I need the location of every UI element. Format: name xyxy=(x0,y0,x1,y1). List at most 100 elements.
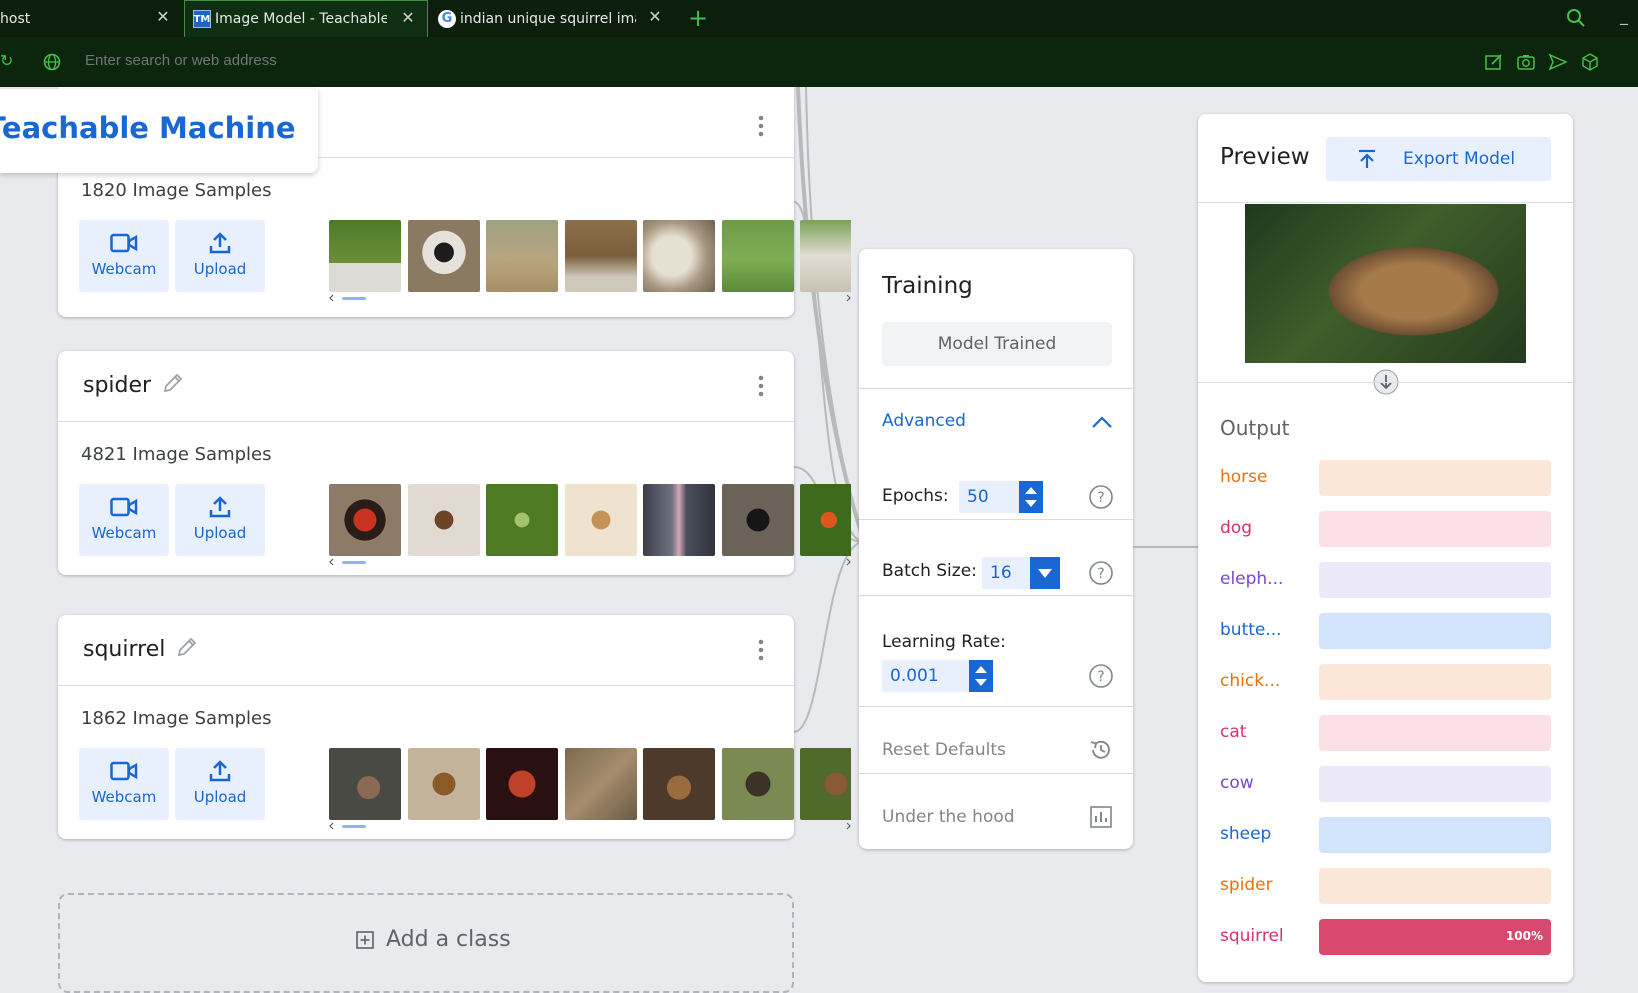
more-options-icon[interactable] xyxy=(758,115,764,137)
stepper-arrows-icon[interactable] xyxy=(969,660,993,692)
sample-image[interactable] xyxy=(722,484,794,556)
browser-tab-teachable-machine[interactable]: TM Image Model - Teachable Machine ✕ xyxy=(184,0,428,37)
output-row-dog: dog xyxy=(1220,511,1551,547)
edit-pencil-icon[interactable] xyxy=(175,635,199,659)
sample-image[interactable] xyxy=(408,220,480,292)
upload-button[interactable]: Upload xyxy=(175,748,265,820)
output-label: squirrel xyxy=(1220,926,1284,946)
globe-icon xyxy=(43,53,61,71)
sample-image[interactable] xyxy=(565,484,637,556)
add-class-label: Add a class xyxy=(386,927,511,952)
sample-image[interactable] xyxy=(486,220,558,292)
sample-image[interactable] xyxy=(643,748,715,820)
output-row-chick: chick... xyxy=(1220,664,1551,700)
confidence-bar xyxy=(1319,766,1551,802)
help-icon[interactable]: ? xyxy=(1088,484,1114,510)
export-model-button[interactable]: Export Model xyxy=(1326,137,1551,181)
sample-image[interactable] xyxy=(800,748,851,820)
thumbnail-scrollbar[interactable] xyxy=(329,822,851,830)
preview-image xyxy=(1245,204,1526,363)
stepper-arrows-icon[interactable] xyxy=(1019,481,1043,513)
browser-tab-bar: host ✕ TM Image Model - Teachable Machin… xyxy=(0,0,1638,37)
divider xyxy=(1198,382,1573,383)
svg-text:?: ? xyxy=(1097,490,1104,506)
sample-image[interactable] xyxy=(722,748,794,820)
output-label: cow xyxy=(1220,773,1254,793)
class-name[interactable]: squirrel xyxy=(83,637,165,662)
history-icon[interactable] xyxy=(1088,737,1114,763)
chevron-up-icon[interactable] xyxy=(1091,415,1113,429)
batch-size-select[interactable]: 16 xyxy=(982,557,1060,589)
tab-title: Image Model - Teachable Machine xyxy=(215,11,387,27)
sample-image[interactable] xyxy=(800,220,851,292)
train-model-button[interactable]: Model Trained xyxy=(882,322,1112,366)
dropdown-arrow-icon[interactable] xyxy=(1030,557,1060,589)
sample-image[interactable] xyxy=(643,220,715,292)
sample-image[interactable] xyxy=(486,484,558,556)
sample-image[interactable] xyxy=(408,484,480,556)
output-title: Output xyxy=(1220,416,1290,440)
upload-icon xyxy=(209,496,231,518)
send-icon[interactable] xyxy=(1548,52,1568,72)
browser-tab-google-search[interactable]: G indian unique squirrel images ✕ xyxy=(430,0,674,37)
sample-image[interactable] xyxy=(565,748,637,820)
close-icon[interactable]: ✕ xyxy=(399,9,417,27)
upload-button[interactable]: Upload xyxy=(175,484,265,556)
output-label: chick... xyxy=(1220,671,1281,691)
class-name[interactable]: spider xyxy=(83,373,151,398)
webcam-button[interactable]: Webcam xyxy=(79,220,169,292)
preview-panel: Preview Export Model Output horse dog elep… xyxy=(1198,114,1573,982)
sample-image[interactable] xyxy=(722,220,794,292)
new-tab-button[interactable]: + xyxy=(684,4,712,32)
sample-image[interactable] xyxy=(486,748,558,820)
reset-defaults-button[interactable]: Reset Defaults xyxy=(882,740,1006,760)
sample-image[interactable] xyxy=(565,220,637,292)
cube-icon[interactable] xyxy=(1580,52,1600,72)
search-icon[interactable] xyxy=(1566,8,1586,28)
minimize-icon[interactable]: _ xyxy=(1620,6,1628,25)
confidence-bar xyxy=(1319,460,1551,496)
upload-button[interactable]: Upload xyxy=(175,220,265,292)
camera-icon[interactable] xyxy=(1516,52,1536,72)
address-bar: ↻ xyxy=(0,37,1638,87)
screenshot-edit-icon[interactable] xyxy=(1484,52,1504,72)
batch-size-value: 16 xyxy=(990,563,1012,583)
sample-image[interactable] xyxy=(800,484,851,556)
more-options-icon[interactable] xyxy=(758,375,764,397)
close-icon[interactable]: ✕ xyxy=(646,8,664,26)
thumbnail-scrollbar[interactable] xyxy=(329,558,851,566)
webcam-button[interactable]: Webcam xyxy=(79,748,169,820)
brand-title[interactable]: Teachable Machine xyxy=(0,111,296,145)
close-icon[interactable]: ✕ xyxy=(154,8,172,26)
output-label: spider xyxy=(1220,875,1273,895)
confidence-bar: 100% xyxy=(1319,919,1551,955)
advanced-toggle[interactable]: Advanced xyxy=(882,411,966,431)
under-the-hood-button[interactable]: Under the hood xyxy=(882,807,1015,827)
learning-rate-stepper[interactable]: 0.001 xyxy=(882,660,993,692)
address-input[interactable] xyxy=(83,51,687,70)
sample-count: 1820 Image Samples xyxy=(81,180,272,201)
output-label: dog xyxy=(1220,518,1252,538)
confidence-bar xyxy=(1319,613,1551,649)
svg-text:?: ? xyxy=(1097,669,1104,685)
sample-image[interactable] xyxy=(643,484,715,556)
help-icon[interactable]: ? xyxy=(1088,560,1114,586)
class-card-spider: spider 4821 Image Samples Webcam Upload xyxy=(58,351,851,575)
edit-pencil-icon[interactable] xyxy=(161,371,185,395)
sample-image[interactable] xyxy=(329,484,401,556)
more-options-icon[interactable] xyxy=(758,639,764,661)
browser-tab-localhost[interactable]: host ✕ xyxy=(0,0,182,37)
divider xyxy=(859,706,1133,707)
add-class-label-wrap: Add a class xyxy=(356,927,511,952)
confidence-bar xyxy=(1319,868,1551,904)
webcam-button[interactable]: Webcam xyxy=(79,484,169,556)
sample-image[interactable] xyxy=(329,220,401,292)
thumbnail-scrollbar[interactable] xyxy=(329,294,851,302)
sample-image[interactable] xyxy=(408,748,480,820)
help-icon[interactable]: ? xyxy=(1088,663,1114,689)
reload-icon[interactable]: ↻ xyxy=(0,51,13,70)
bar-chart-icon[interactable] xyxy=(1088,804,1114,830)
epochs-stepper[interactable]: 50 xyxy=(959,481,1043,513)
add-class-button[interactable]: Add a class xyxy=(58,893,794,993)
sample-image[interactable] xyxy=(329,748,401,820)
